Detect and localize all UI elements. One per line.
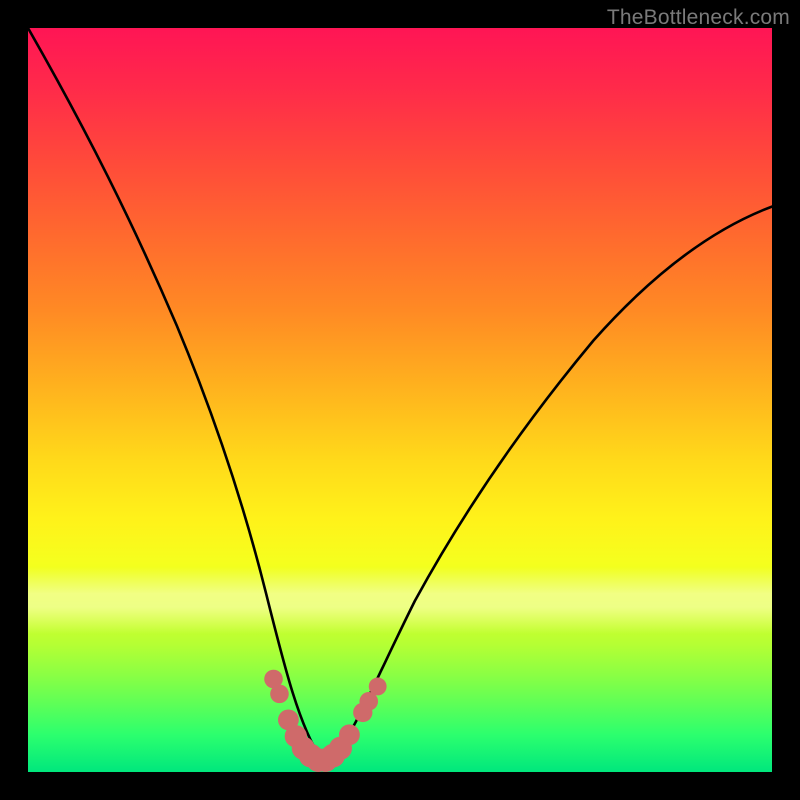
curve-layer [28,28,772,772]
watermark-text: TheBottleneck.com [607,6,790,30]
bottleneck-curve [28,28,772,762]
chart-frame: TheBottleneck.com [0,0,800,800]
highlight-dots [264,670,386,772]
plot-area [28,28,772,772]
